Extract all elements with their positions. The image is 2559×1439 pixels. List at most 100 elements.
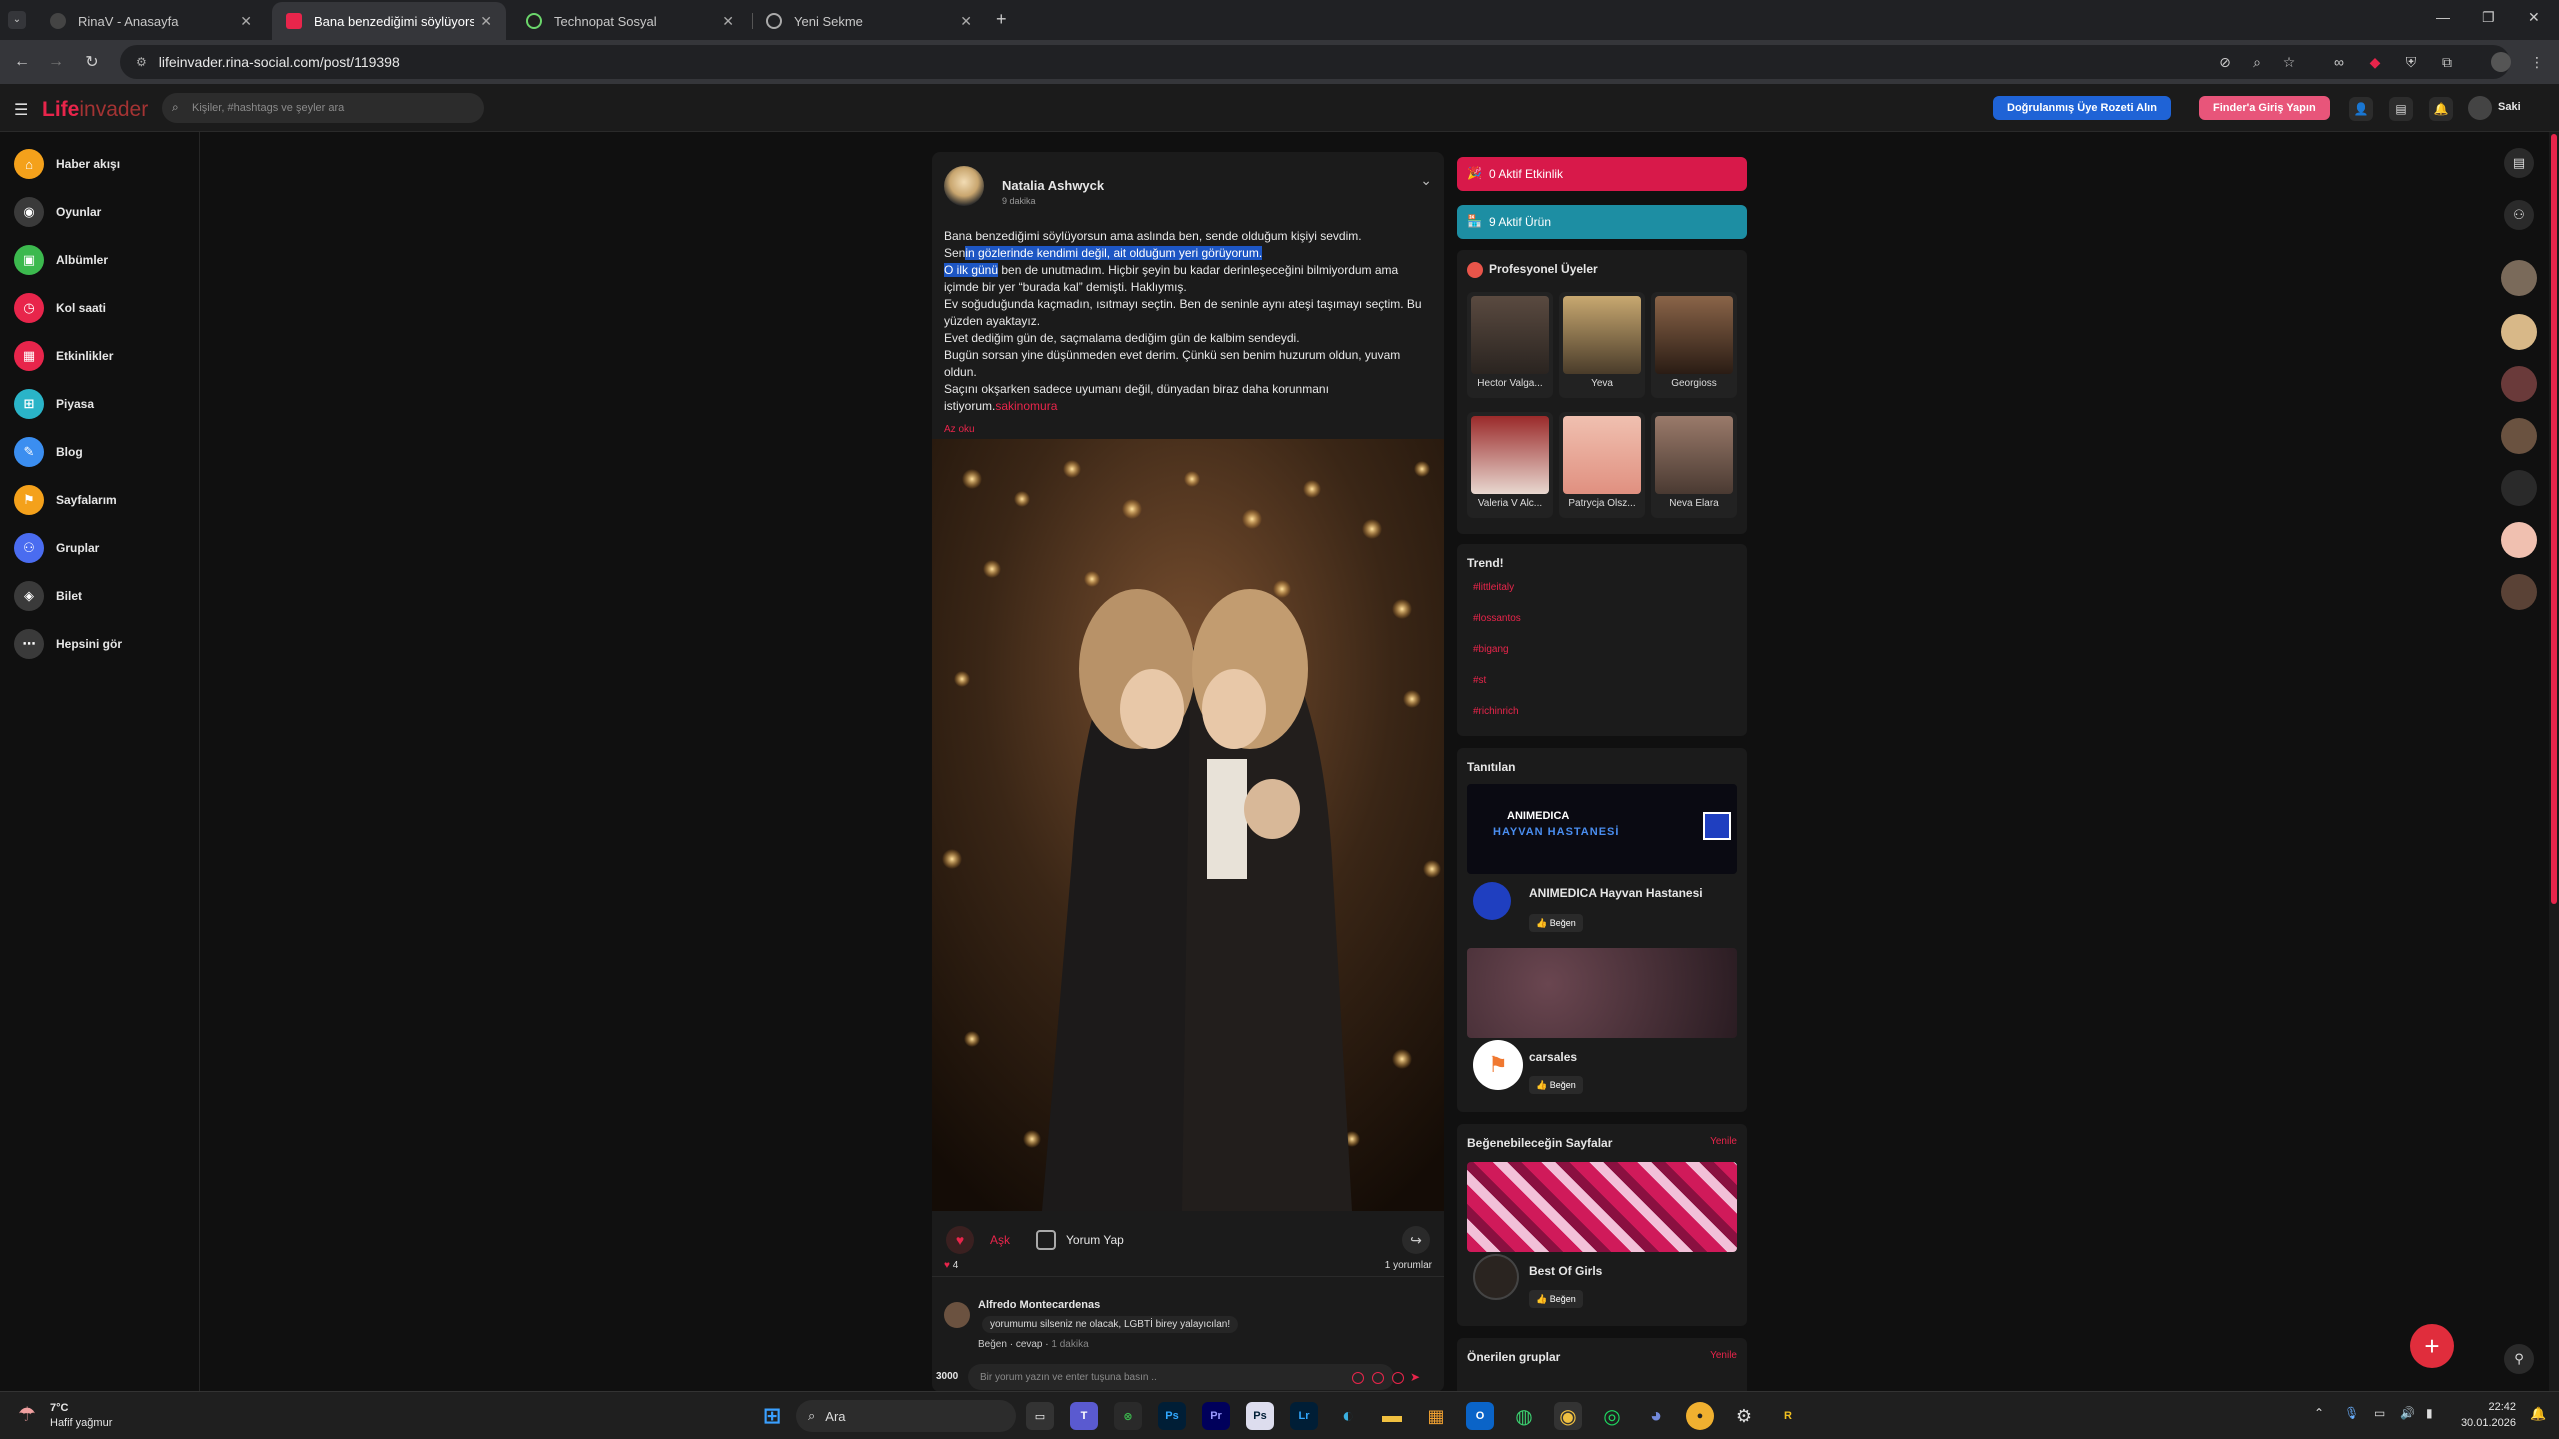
tab-rinav[interactable]: RinaV - Anasayfa ✕ [36, 2, 266, 40]
trend-hashtag[interactable]: #bigang [1473, 644, 1509, 655]
promoted-page-name[interactable]: ANIMEDICA Hayvan Hastanesi [1529, 886, 1703, 900]
nav-item-see-all[interactable]: ⋯ Hepsini gör [14, 628, 122, 660]
animedica-banner[interactable]: ANIMEDICA HAYVAN HASTANESİ [1467, 784, 1737, 874]
nav-item-ticket[interactable]: ◈ Bilet [14, 580, 82, 612]
app-yellow-icon[interactable]: ● [1686, 1402, 1714, 1430]
nav-item-events[interactable]: ▦ Etkinlikler [14, 340, 113, 372]
flag-icon[interactable]: ⚑ [1473, 1040, 1523, 1090]
post-photo[interactable] [932, 439, 1444, 1211]
pro-user-card[interactable]: Neva Elara [1651, 412, 1737, 518]
reaction-count[interactable]: ♥ 4 [944, 1260, 958, 1271]
clock-date[interactable]: 30.01.2026 [2450, 1417, 2516, 1429]
post-author-name[interactable]: Natalia Ashwyck [1002, 178, 1104, 193]
read-less-link[interactable]: Az oku [944, 424, 975, 435]
premiere-icon[interactable]: Pr [1202, 1402, 1230, 1430]
comment-like-link[interactable]: Beğen [978, 1339, 1007, 1350]
promoted-page-name[interactable]: carsales [1529, 1050, 1577, 1064]
online-user-avatar[interactable] [2501, 574, 2537, 610]
site-info-icon[interactable]: ⚙ [136, 55, 147, 69]
tray-chevron-icon[interactable]: ⌃ [2314, 1406, 2324, 1420]
create-post-plus-button[interactable]: + [2410, 1324, 2454, 1368]
network-icon[interactable]: ▭ [2374, 1406, 2385, 1420]
send-icon[interactable]: ➤ [1410, 1370, 1420, 1384]
clock-time[interactable]: 22:42 [2456, 1401, 2516, 1413]
like-page-button[interactable]: 👍 Beğen [1529, 914, 1583, 932]
tab-post[interactable]: Bana benzediğimi söylüyorsun ✕ [272, 2, 506, 40]
xbox-icon[interactable]: ⊗ [1114, 1402, 1142, 1430]
like-page-button[interactable]: 👍 Beğen [1529, 1290, 1583, 1308]
refresh-link[interactable]: Yenile [1710, 1350, 1737, 1361]
microphone-icon[interactable]: 🎙 [2344, 1406, 2359, 1420]
bookmark-star-icon[interactable]: ☆ [2279, 52, 2299, 72]
active-products-bar[interactable]: 🏪 9 Aktif Ürün [1457, 205, 1747, 239]
notifications-bell-icon[interactable]: 🔔 [2429, 97, 2453, 121]
profile-avatar-icon[interactable] [2491, 52, 2511, 72]
tab-close-icon[interactable]: ✕ [240, 13, 252, 30]
weather-temp[interactable]: 7°C [50, 1402, 68, 1414]
pro-user-card[interactable]: Yeva [1559, 292, 1645, 398]
post-hashtag-link[interactable]: sakinomura [995, 399, 1057, 413]
site-logo[interactable]: Lifeinvader [42, 98, 148, 122]
carsales-banner[interactable] [1467, 948, 1737, 1038]
task-view-icon[interactable]: ▭ [1026, 1402, 1054, 1430]
pro-user-card[interactable]: Hector Valga... [1467, 292, 1553, 398]
extensions-puzzle-icon[interactable]: ⧉ [2437, 52, 2457, 72]
online-user-avatar[interactable] [2501, 522, 2537, 558]
photoshop-alt-icon[interactable]: Ps [1246, 1402, 1274, 1430]
love-reaction-label[interactable]: Aşk [990, 1233, 1010, 1247]
finder-login-button[interactable]: Finder'a Giriş Yapın [2199, 96, 2330, 120]
online-user-avatar[interactable] [2501, 418, 2537, 454]
commenter-name[interactable]: Alfredo Montecardenas [978, 1299, 1100, 1311]
online-user-avatar[interactable] [2501, 314, 2537, 350]
outlook-icon[interactable]: O [1466, 1402, 1494, 1430]
app-r-icon[interactable]: R [1774, 1402, 1802, 1430]
verified-badge-button[interactable]: Doğrulanmış Üye Rozeti Alın [1993, 96, 2171, 120]
reload-icon[interactable]: ↻ [76, 46, 108, 78]
tab-technopat[interactable]: Technopat Sosyal ✕ [512, 2, 748, 40]
comment-input[interactable]: Bir yorum yazın ve enter tuşuna basın .. [968, 1364, 1394, 1390]
pro-user-card[interactable]: Valeria V Alc... [1467, 412, 1553, 518]
comment-count[interactable]: 1 yorumlar [1385, 1260, 1432, 1271]
tab-close-icon[interactable]: ✕ [480, 13, 492, 30]
friend-requests-icon[interactable]: 👤 [2349, 97, 2373, 121]
user-avatar[interactable] [2468, 96, 2492, 120]
commenter-avatar[interactable] [944, 1302, 970, 1328]
tab-close-icon[interactable]: ✕ [722, 13, 734, 30]
heart-icon[interactable]: ♥ [946, 1226, 974, 1254]
store-icon[interactable]: ▦ [1422, 1402, 1450, 1430]
best-of-girls-banner[interactable] [1467, 1162, 1737, 1252]
online-user-avatar[interactable] [2501, 366, 2537, 402]
file-explorer-icon[interactable]: ▬ [1378, 1402, 1406, 1430]
suggested-page-name[interactable]: Best Of Girls [1529, 1264, 1602, 1278]
back-icon[interactable]: ← [6, 46, 38, 78]
chrome-icon[interactable]: ◉ [1554, 1402, 1582, 1430]
post-author-avatar[interactable] [944, 166, 984, 206]
like-page-button[interactable]: 👍 Beğen [1529, 1076, 1583, 1094]
hamburger-menu-icon[interactable]: ☰ [14, 100, 28, 120]
eye-off-icon[interactable]: ⊘ [2215, 52, 2235, 72]
taskbar-search[interactable]: ⌕ Ara [796, 1400, 1016, 1432]
share-icon[interactable]: ↪ [1402, 1226, 1430, 1254]
battery-icon[interactable]: ▮ [2426, 1406, 2433, 1420]
edge-icon[interactable]: ◐ [1334, 1402, 1362, 1430]
windows-start-icon[interactable]: ⊞ [758, 1402, 786, 1430]
online-user-avatar[interactable] [2501, 470, 2537, 506]
best-of-girls-avatar[interactable] [1473, 1254, 1519, 1300]
trend-hashtag[interactable]: #st [1473, 675, 1486, 686]
scrollbar-thumb[interactable] [2551, 134, 2557, 904]
trend-hashtag[interactable]: #lossantos [1473, 613, 1521, 624]
pro-user-card[interactable]: Patrycja Olsz... [1559, 412, 1645, 518]
search-input[interactable]: ⌕ Kişiler, #hashtags ve şeyler ara [162, 93, 484, 123]
nav-item-albums[interactable]: ▣ Albümler [14, 244, 108, 276]
trend-hashtag[interactable]: #littleitaly [1473, 582, 1514, 593]
discord-icon[interactable]: ◕ [1642, 1402, 1670, 1430]
extension-glasses-icon[interactable]: ∞ [2329, 52, 2349, 72]
messages-icon[interactable]: ▤ [2389, 97, 2413, 121]
animedica-page-avatar[interactable] [1473, 882, 1511, 920]
minimize-icon[interactable]: — [2436, 9, 2450, 25]
forward-icon[interactable]: → [40, 46, 72, 78]
trend-hashtag[interactable]: #richinrich [1473, 706, 1519, 717]
nav-item-news-feed[interactable]: ⌂ Haber akışı [14, 148, 120, 180]
nav-item-market[interactable]: ⊞ Piyasa [14, 388, 94, 420]
tab-new[interactable]: Yeni Sekme ✕ [752, 2, 986, 40]
